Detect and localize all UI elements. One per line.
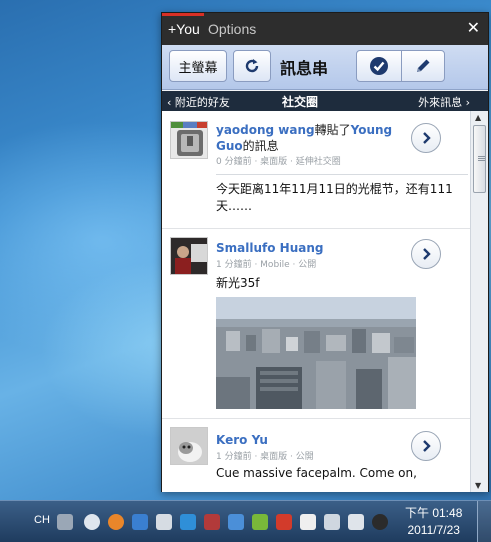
pencil-icon bbox=[416, 59, 430, 72]
security-icon[interactable] bbox=[372, 514, 388, 530]
brand-tab[interactable]: +You bbox=[168, 21, 200, 37]
mail-icon[interactable] bbox=[204, 514, 220, 530]
stream-title: 訊息串 bbox=[280, 59, 329, 78]
nearby-friends-link[interactable]: ‹ 附近的好友 bbox=[167, 94, 230, 110]
post-photo[interactable] bbox=[216, 297, 416, 409]
network-app-icon[interactable] bbox=[132, 514, 148, 530]
incoming-messages-link[interactable]: 外來訊息 › bbox=[418, 94, 470, 110]
post-feed[interactable]: yaodong wang轉貼了Young Guo的訊息 0 分鐘前 · 桌面版 … bbox=[162, 111, 470, 492]
avatar bbox=[170, 121, 208, 159]
language-indicator[interactable]: CH bbox=[34, 514, 50, 526]
refresh-icon bbox=[245, 59, 259, 73]
scroll-up-icon[interactable]: ▲ bbox=[475, 113, 481, 122]
scrollbar-thumb[interactable] bbox=[473, 125, 486, 193]
check-icon bbox=[369, 57, 388, 75]
signal-icon[interactable] bbox=[324, 514, 340, 530]
open-post-button[interactable] bbox=[411, 239, 441, 269]
widget-titlebar: +You Options ✕ bbox=[162, 13, 488, 45]
active-tab-indicator bbox=[162, 13, 204, 16]
arrow-app-icon[interactable] bbox=[276, 514, 292, 530]
clock-time: 下午 01:48 bbox=[405, 506, 463, 520]
post-action: 轉貼了 bbox=[314, 123, 351, 137]
options-tab[interactable]: Options bbox=[208, 21, 256, 37]
chevron-right-icon bbox=[423, 248, 431, 260]
post-author[interactable]: Kero Yu bbox=[216, 433, 268, 447]
scroll-down-icon[interactable]: ▼ bbox=[475, 481, 481, 490]
keyboard-icon[interactable] bbox=[57, 514, 73, 530]
feed-scrollbar[interactable]: ▲ ▼ bbox=[470, 111, 488, 492]
post-item: yaodong wang轉貼了Young Guo的訊息 0 分鐘前 · 桌面版 … bbox=[162, 111, 470, 229]
post-author-line: yaodong wang轉貼了Young Guo的訊息 bbox=[216, 122, 406, 154]
window-icon[interactable] bbox=[156, 514, 172, 530]
chevron-right-icon bbox=[423, 440, 431, 452]
maps-icon[interactable] bbox=[180, 514, 196, 530]
compose-button[interactable] bbox=[400, 51, 445, 81]
device-icon[interactable] bbox=[300, 514, 316, 530]
post-target-suffix: 的訊息 bbox=[242, 139, 279, 153]
taskbar: CH 下午 01:48 2011/7/23 bbox=[0, 500, 491, 542]
post-text: Cue massive facepalm. Come on, bbox=[216, 466, 417, 480]
refresh-button[interactable] bbox=[233, 50, 271, 82]
check-button[interactable] bbox=[357, 51, 401, 81]
reshare-divider bbox=[216, 174, 468, 175]
post-author[interactable]: Smallufo Huang bbox=[216, 241, 323, 255]
volume-icon[interactable] bbox=[348, 514, 364, 530]
plus-you-widget: +You Options ✕ 主螢幕 訊息串 ‹ 附近的好友 社交圈 外來訊息 … bbox=[161, 12, 489, 492]
home-button[interactable]: 主螢幕 bbox=[169, 50, 227, 82]
post-author[interactable]: yaodong wang bbox=[216, 123, 315, 137]
post-meta: 0 分鐘前 · 桌面版 · 延伸社交圈 bbox=[216, 157, 341, 167]
action-button-group bbox=[356, 50, 445, 82]
dropbox-icon[interactable] bbox=[228, 514, 244, 530]
post-text: 新光35f bbox=[216, 276, 260, 290]
tray-app-icon[interactable] bbox=[84, 514, 100, 530]
avatar bbox=[170, 427, 208, 465]
avatar bbox=[170, 237, 208, 275]
post-item: Smallufo Huang 1 分鐘前 · Mobile · 公開 新光35f bbox=[162, 229, 470, 419]
circle-navbar: ‹ 附近的好友 社交圈 外來訊息 › bbox=[162, 91, 488, 111]
chevron-right-icon bbox=[423, 132, 431, 144]
browser-icon[interactable] bbox=[108, 514, 124, 530]
open-post-button[interactable] bbox=[411, 431, 441, 461]
widget-toolbar: 主螢幕 訊息串 bbox=[162, 45, 488, 90]
show-desktop-button[interactable] bbox=[477, 501, 491, 542]
post-meta: 1 分鐘前 · 桌面版 · 公開 bbox=[216, 452, 314, 462]
nvidia-icon[interactable] bbox=[252, 514, 268, 530]
post-item: Kero Yu 1 分鐘前 · 桌面版 · 公開 Cue massive fac… bbox=[162, 419, 470, 492]
close-icon[interactable]: ✕ bbox=[467, 18, 480, 37]
system-clock[interactable]: 下午 01:48 2011/7/23 bbox=[405, 505, 462, 539]
open-post-button[interactable] bbox=[411, 123, 441, 153]
post-meta: 1 分鐘前 · Mobile · 公開 bbox=[216, 260, 317, 270]
circles-label: 社交圈 bbox=[282, 95, 319, 109]
clock-date: 2011/7/23 bbox=[407, 523, 460, 537]
post-text: 今天距离11年11月11日的光棍节，还有111天…… bbox=[216, 182, 453, 213]
